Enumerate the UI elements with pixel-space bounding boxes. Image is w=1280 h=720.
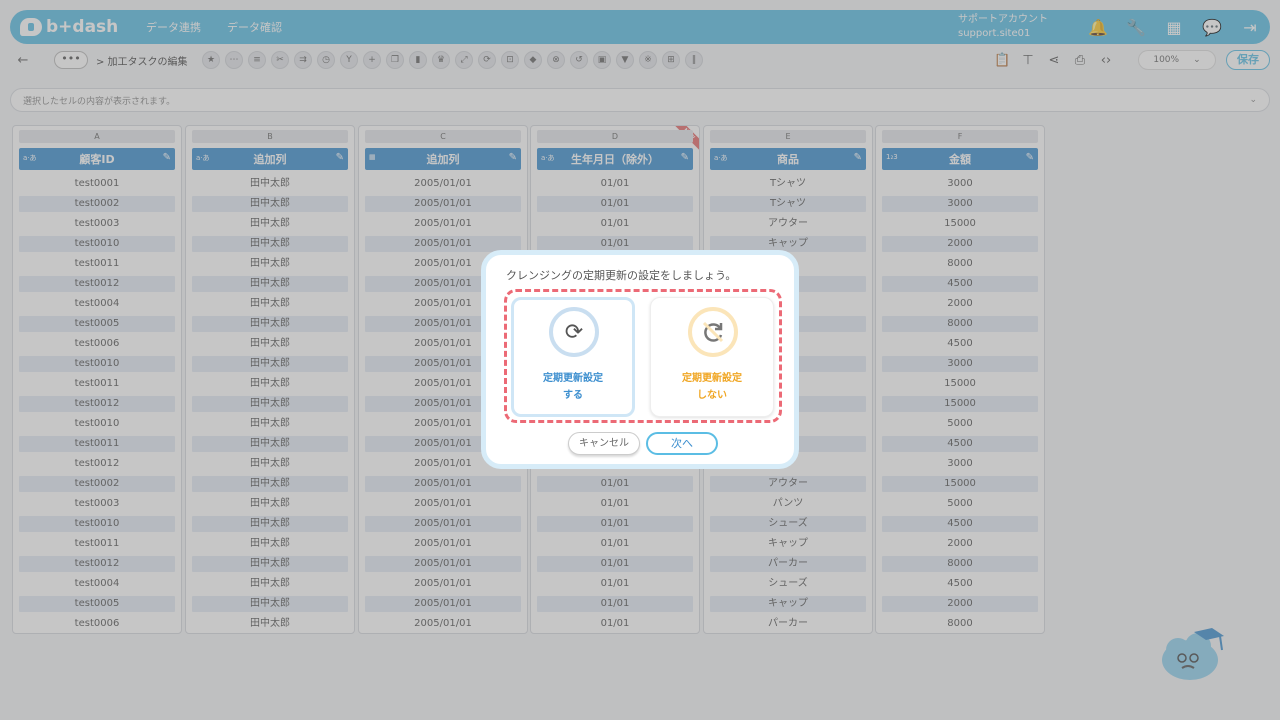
option-label: 定期更新設定 しない — [651, 370, 773, 404]
option-enable-refresh[interactable]: ⟳ 定期更新設定 する — [511, 297, 635, 417]
next-button[interactable]: 次へ — [646, 432, 718, 455]
option-label-line2: しない — [697, 390, 727, 401]
option-highlight: ⟳ 定期更新設定 する 定期更新設定 しない — [504, 289, 782, 423]
option-label-line1: 定期更新設定 — [682, 373, 742, 384]
option-label: 定期更新設定 する — [514, 370, 632, 404]
modal-title: クレンジングの定期更新の設定をしましょう。 — [506, 269, 737, 282]
refresh-icon: ⟳ — [549, 307, 599, 357]
cancel-button[interactable]: キャンセル — [568, 432, 640, 455]
option-label-line1: 定期更新設定 — [543, 373, 603, 384]
option-label-line2: する — [563, 390, 583, 401]
refresh-off-icon — [688, 307, 738, 357]
refresh-setting-modal: クレンジングの定期更新の設定をしましょう。 ⟳ 定期更新設定 する 定期更新設定… — [481, 250, 799, 469]
option-disable-refresh[interactable]: 定期更新設定 しない — [650, 297, 774, 417]
refresh-off-glyph — [702, 321, 724, 343]
